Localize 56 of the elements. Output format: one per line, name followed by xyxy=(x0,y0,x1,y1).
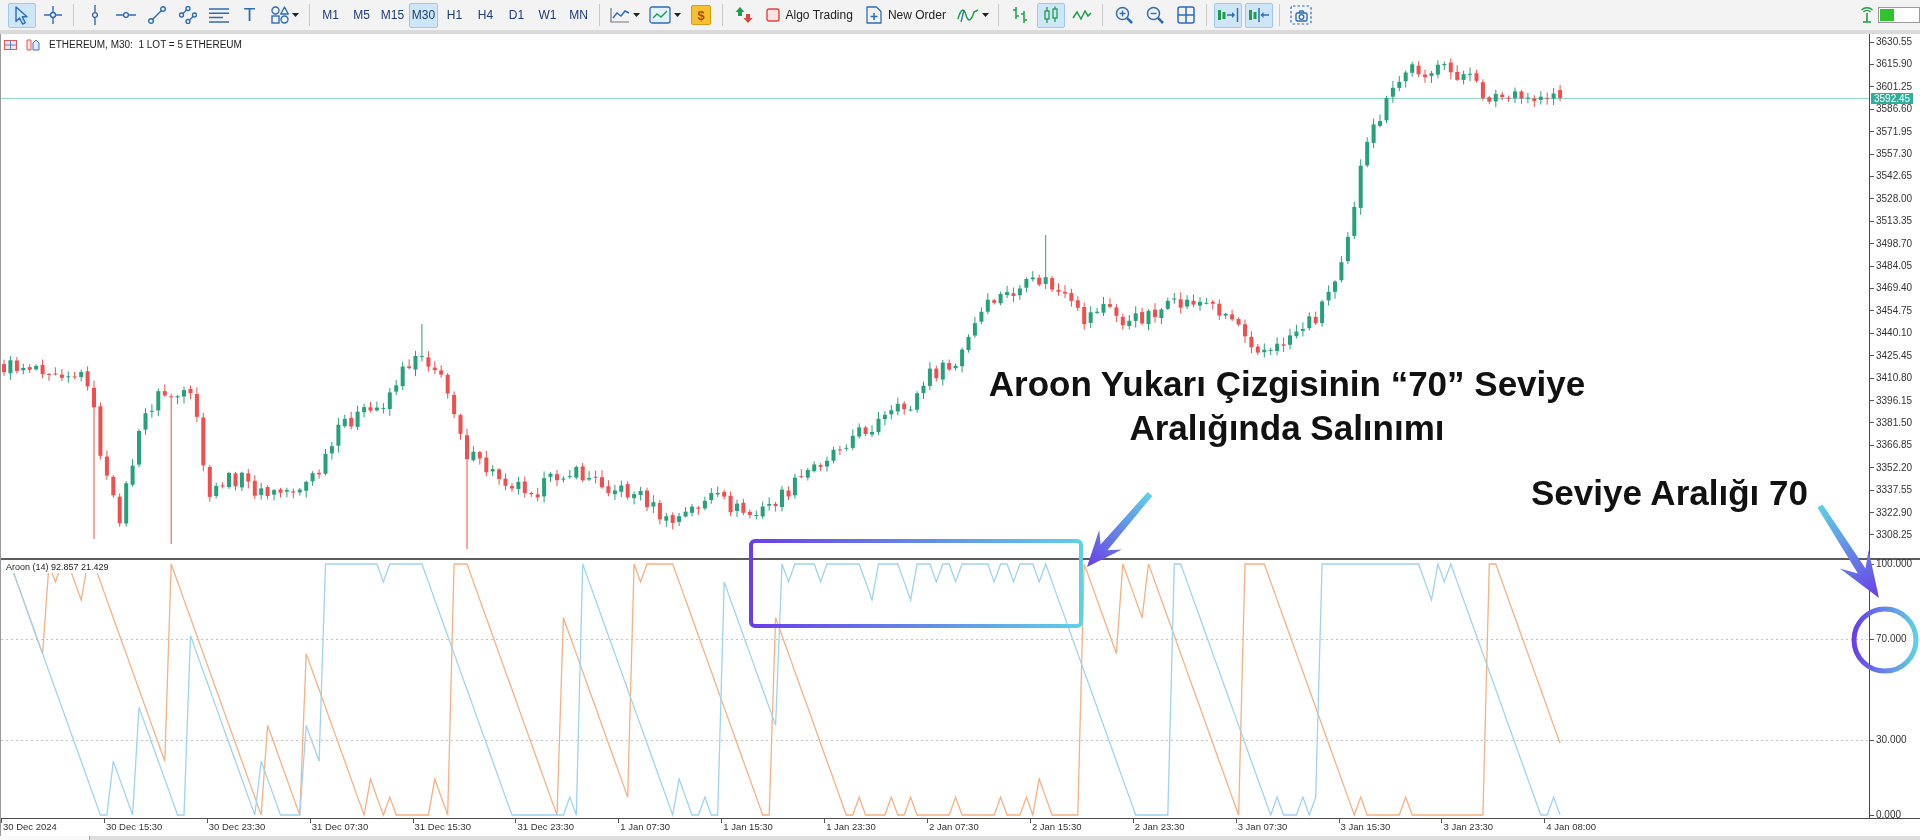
line-chart-icon xyxy=(609,7,630,23)
callout-text: Aroon Yukarı Çizgisinin “70” Seviye Aralığında Salınımı xyxy=(987,363,1587,449)
line-chart-icon xyxy=(1071,8,1092,22)
text-tool-button[interactable]: T xyxy=(235,2,264,28)
indicator-title: Aroon (14) 92.857 21.429 xyxy=(4,562,111,573)
signal-icon xyxy=(1860,7,1874,23)
caret-icon xyxy=(632,13,640,17)
vertical-line-icon xyxy=(91,5,98,25)
indicator-axis-label: 0.000 xyxy=(1870,810,1902,820)
timeframe-button[interactable]: MN xyxy=(564,2,593,28)
timeframe-button[interactable]: M15 xyxy=(378,2,407,28)
chart-shift-button[interactable] xyxy=(1244,2,1273,28)
current-price-label: 3592.45 xyxy=(1871,92,1914,104)
timeframe-button[interactable]: M5 xyxy=(347,2,376,28)
horizontal-line-icon xyxy=(115,12,136,18)
chart-window-icon xyxy=(648,6,671,24)
grid-icon xyxy=(1176,6,1195,24)
parallel-lines-icon xyxy=(178,6,197,24)
zoom-in-icon xyxy=(1114,6,1133,24)
chart-shift-icon xyxy=(1247,7,1270,23)
auto-scroll-button[interactable] xyxy=(1213,2,1242,28)
callout-text: Seviye Aralığı 70 xyxy=(1531,472,1808,514)
caret-icon xyxy=(981,13,989,17)
candlestick-icon xyxy=(1042,6,1059,24)
algo-trading-button[interactable]: Algo Trading xyxy=(760,2,858,28)
wave-icon xyxy=(956,7,979,23)
timeframe-button[interactable]: D1 xyxy=(502,2,531,28)
caret-icon xyxy=(291,13,299,17)
ohlc-bars-icon xyxy=(1011,6,1028,24)
table-icon xyxy=(4,40,17,50)
up-down-arrows-icon xyxy=(734,6,753,24)
chart-symbol-title: ETHEREUM, M30: 1 LOT = 5 ETHEREUM xyxy=(49,39,242,51)
indicator-axis-label: 70.000 xyxy=(1870,634,1907,644)
new-order-button[interactable]: New Order xyxy=(860,2,951,28)
indicator-axis-label: 30.000 xyxy=(1870,735,1907,745)
stop-square-icon xyxy=(765,8,780,22)
timeframe-button[interactable]: W1 xyxy=(533,2,562,28)
trend-line-icon xyxy=(147,6,166,24)
indicator-axis-label: 100.000 xyxy=(1870,559,1913,569)
candlestick-button[interactable] xyxy=(1036,2,1065,28)
timeframe-button[interactable]: M1 xyxy=(316,2,345,28)
cursor-icon xyxy=(15,5,28,25)
cursor-button[interactable] xyxy=(7,2,36,28)
timeframe-button[interactable]: H4 xyxy=(471,2,500,28)
camera-icon xyxy=(1289,5,1312,25)
shapes-icon xyxy=(270,6,289,24)
timeframe-button[interactable]: M30 xyxy=(409,2,438,28)
scroll-to-end-icon xyxy=(1216,7,1239,23)
zoom-out-icon xyxy=(1145,6,1164,24)
caret-icon xyxy=(673,13,681,17)
crosshair-icon xyxy=(43,6,62,24)
tag-icon xyxy=(26,39,40,51)
timeframe-button[interactable]: H1 xyxy=(440,2,469,28)
stacked-lines-icon xyxy=(208,7,229,23)
document-plus-icon xyxy=(865,6,882,24)
highlight-circle xyxy=(1851,606,1919,674)
